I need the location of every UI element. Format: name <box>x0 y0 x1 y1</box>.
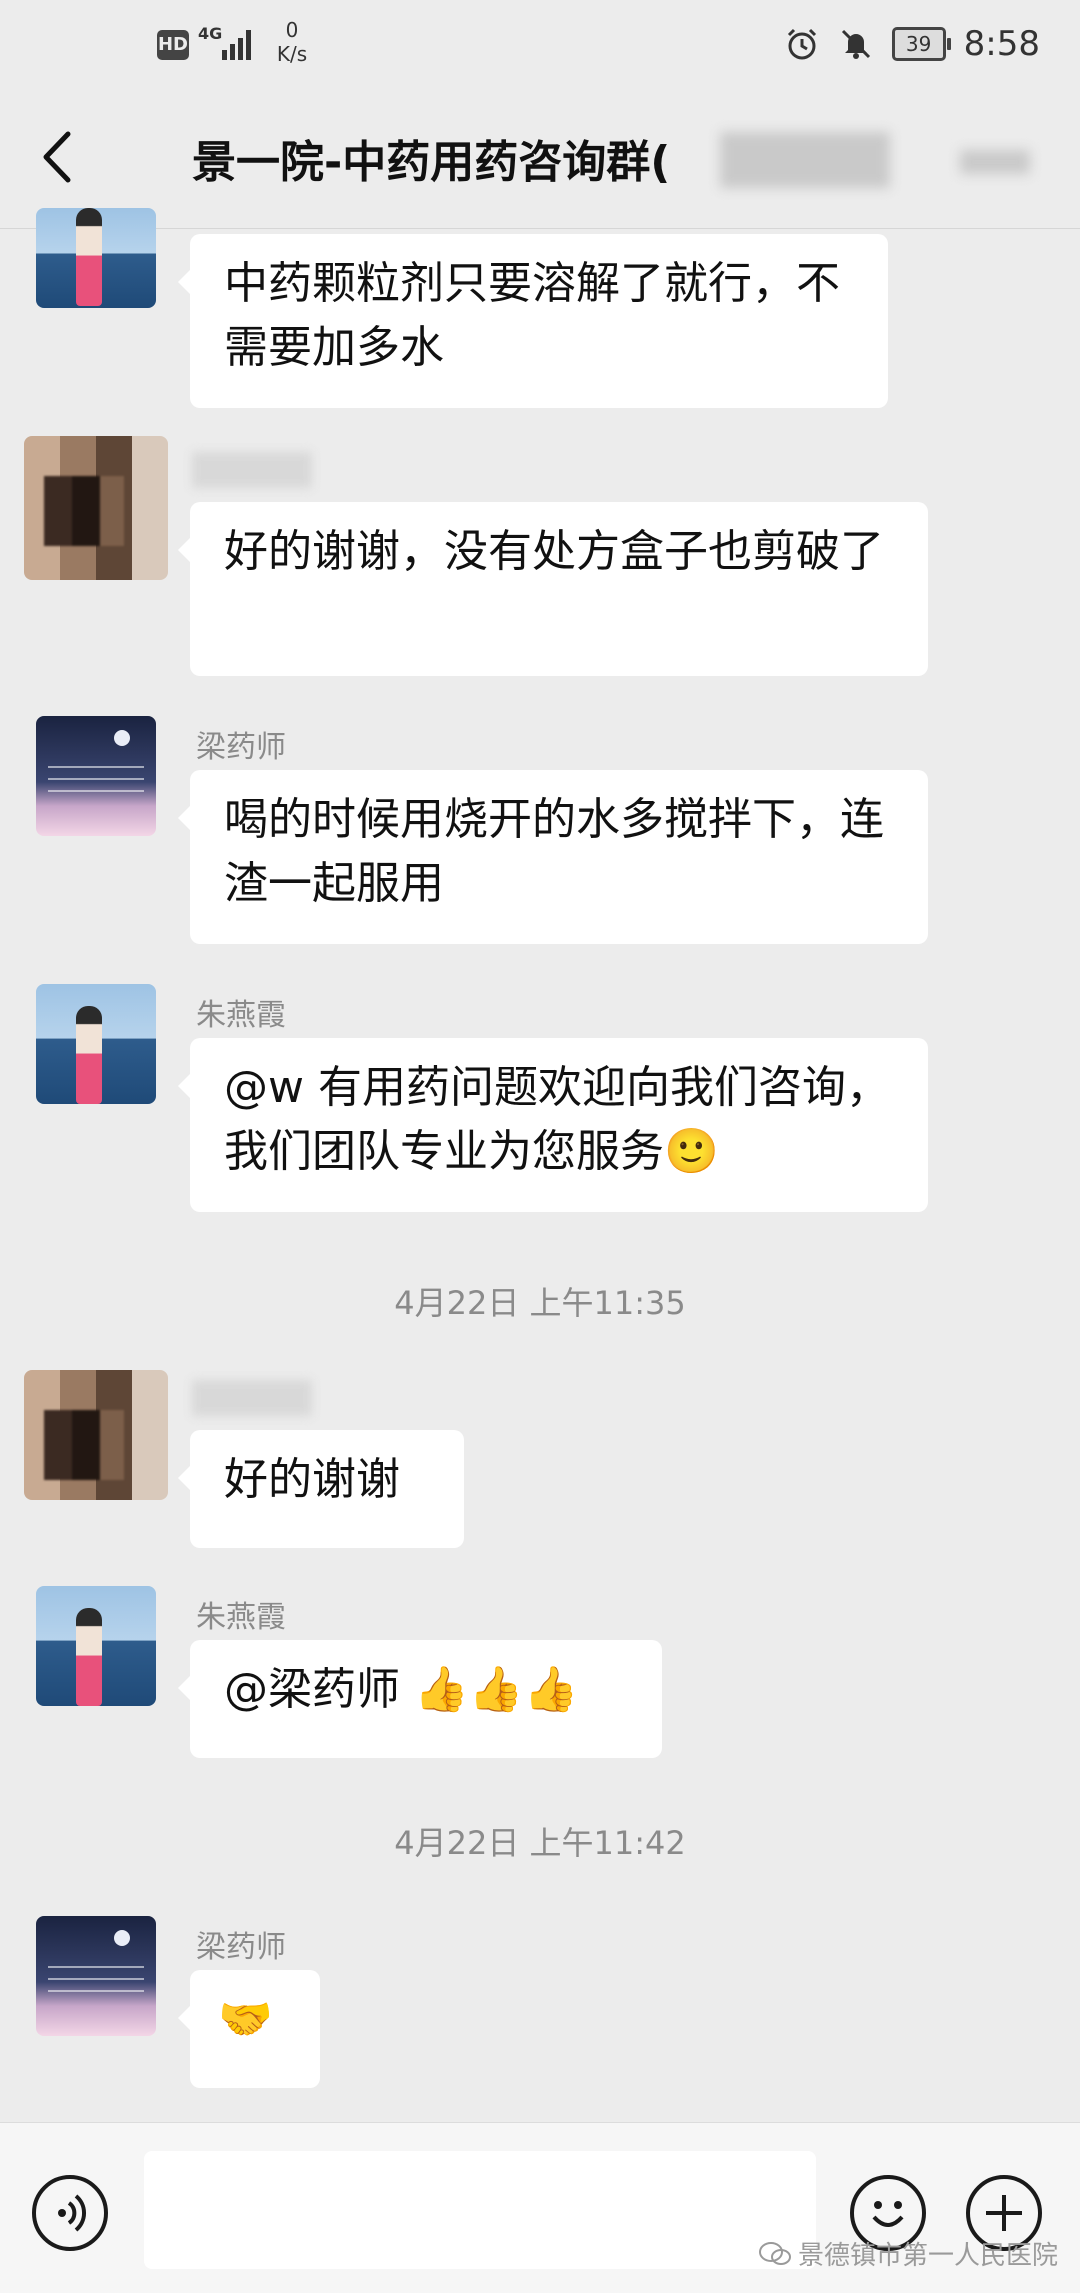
battery-icon: 39 <box>891 27 951 61</box>
redacted-title-part <box>720 132 890 188</box>
clock: 8:58 <box>963 24 1040 64</box>
message-bubble[interactable]: 好的谢谢，没有处方盒子也剪破了 <box>178 502 928 676</box>
message-bubble[interactable]: 好的谢谢 <box>178 1430 464 1548</box>
watermark: 景德镇市第一人民医院 <box>758 2235 1058 2272</box>
chat-screen: HD 4G 0 K/s 39 8:58 景一院-中药用药咨询群(中药颗粒剂只要… <box>0 0 1080 2293</box>
message-bubble[interactable]: @w 有用药问题欢迎向我们咨询，我们团队专业为您服务🙂 <box>178 1038 928 1212</box>
avatar[interactable] <box>36 1586 156 1706</box>
network-type: 4G <box>198 24 223 43</box>
message-text: 🤝 <box>218 1994 273 2045</box>
message-text: 好的谢谢，没有处方盒子也剪破了 <box>224 526 884 577</box>
message-text: @w 有用药问题欢迎向我们咨询，我们团队专业为您服务🙂 <box>224 1062 890 1177</box>
back-button[interactable] <box>30 122 90 192</box>
speed-value: 0 <box>285 18 299 42</box>
chevron-left-icon <box>43 131 71 183</box>
message-bubble[interactable]: 喝的时候用烧开的水多搅拌下，连渣一起服用 <box>178 770 928 944</box>
title-bar: 景一院-中药用药咨询群( <box>0 90 1080 229</box>
avatar[interactable] <box>36 1916 156 2036</box>
message-bubble[interactable]: 中药颗粒剂只要溶解了就行，不需要加多水 <box>178 234 888 408</box>
redacted-sender-name <box>192 1380 312 1416</box>
mute-notification-icon <box>841 29 870 59</box>
voice-icon <box>58 2194 87 2232</box>
chat-title: 景一院-中药用药咨询群( <box>192 137 671 188</box>
message-bubble[interactable]: @梁药师 👍👍👍 <box>178 1640 662 1758</box>
avatar[interactable] <box>24 436 168 580</box>
avatar[interactable] <box>36 984 156 1104</box>
message-text: 好的谢谢 <box>224 1454 400 1505</box>
network-speed: 0 K/s <box>272 18 312 66</box>
message-input[interactable] <box>144 2151 816 2269</box>
message-text: @梁药师 👍👍👍 <box>224 1664 579 1715</box>
speed-unit: K/s <box>276 42 308 66</box>
timestamp: 4月22日 上午11:35 <box>394 1284 686 1322</box>
redacted-title-end <box>960 150 1030 174</box>
watermark-text: 景德镇市第一人民医院 <box>797 2241 1058 2271</box>
avatar[interactable] <box>36 208 156 308</box>
avatar[interactable] <box>24 1370 168 1500</box>
voice-button[interactable] <box>32 2175 108 2251</box>
wechat-logo-icon <box>758 2241 791 2265</box>
sender-name: 梁药师 <box>196 730 286 765</box>
avatar[interactable] <box>36 716 156 836</box>
alarm-icon <box>787 28 816 60</box>
sender-name: 朱燕霞 <box>196 1600 286 1635</box>
hd-badge: HD <box>157 30 189 60</box>
signal-icon <box>222 26 256 60</box>
message-text: 喝的时候用烧开的水多搅拌下，连渣一起服用 <box>224 794 884 909</box>
message-bubble[interactable]: 🤝 <box>178 1970 320 2088</box>
timestamp: 4月22日 上午11:42 <box>394 1824 686 1862</box>
sender-name: 朱燕霞 <box>196 998 286 1033</box>
status-right: 39 8:58 <box>784 24 1040 64</box>
input-bar: 景德镇市第一人民医院 <box>0 2122 1080 2293</box>
status-bar: HD 4G 0 K/s 39 8:58 <box>0 0 1080 90</box>
sender-name: 梁药师 <box>196 1930 286 1965</box>
redacted-sender-name <box>192 452 312 488</box>
message-text: 中药颗粒剂只要溶解了就行，不需要加多水 <box>224 258 840 373</box>
